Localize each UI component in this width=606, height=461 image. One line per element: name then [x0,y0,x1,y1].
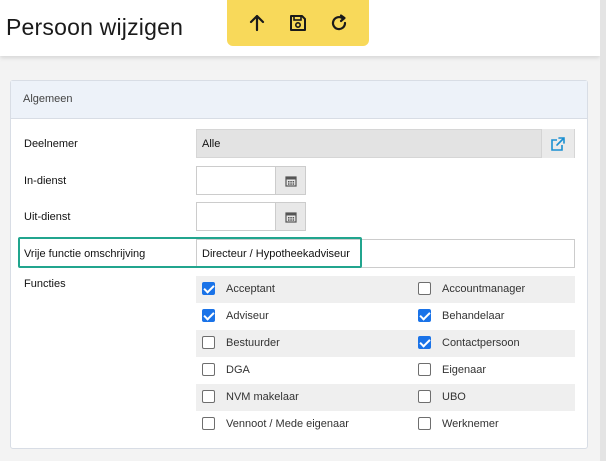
uit-dienst-calendar-button[interactable] [276,202,306,231]
calendar-icon [284,175,297,187]
functies-row: Adviseur Behandelaar [196,303,575,330]
checkbox-contactpersoon[interactable] [418,336,431,349]
checkbox-label: Acceptant [226,283,275,295]
checkbox-label: Eigenaar [442,364,487,376]
vrije-functie-input[interactable] [196,239,575,268]
deelnemer-value: Alle [202,138,221,150]
open-external-button[interactable] [541,129,574,158]
deelnemer-label: Deelnemer [24,138,78,150]
refresh-button[interactable] [324,8,354,38]
checkbox-werknemer[interactable] [418,417,431,430]
panel-header: Algemeen [11,81,587,119]
functies-row: Acceptant Accountmanager [196,276,575,303]
checkbox-accountmanager[interactable] [418,282,431,295]
checkbox-nvm-makelaar[interactable] [202,390,215,403]
functies-row: NVM makelaar UBO [196,384,575,411]
checkbox-ubo[interactable] [418,390,431,403]
uit-dienst-label: Uit-dienst [24,211,71,223]
in-dienst-label: In-dienst [24,175,67,187]
checkbox-label: Contactpersoon [442,337,520,349]
save-button[interactable] [283,8,313,38]
checkbox-adviseur[interactable] [202,309,215,322]
arrow-up-icon [250,14,265,32]
checkbox-label: UBO [442,391,466,403]
functies-row: Vennoot / Mede eigenaar Werknemer [196,411,575,438]
page-header: Persoon wijzigen [0,0,600,56]
external-link-icon [551,136,565,151]
checkbox-label: Accountmanager [442,283,526,295]
checkbox-label: Bestuurder [226,337,280,349]
deelnemer-field[interactable]: Alle [196,129,575,158]
functies-label: Functies [24,278,66,290]
uit-dienst-input[interactable] [196,202,276,231]
in-dienst-input[interactable] [196,166,276,195]
checkbox-label: Werknemer [442,418,499,430]
checkbox-bestuurder[interactable] [202,336,215,349]
refresh-icon [331,14,346,31]
checkbox-label: Adviseur [226,310,269,322]
checkbox-label: Vennoot / Mede eigenaar [226,418,349,430]
checkbox-dga[interactable] [202,363,215,376]
window-edge [600,0,606,461]
up-button[interactable] [242,8,272,38]
checkbox-behandelaar[interactable] [418,309,431,322]
vrije-functie-label: Vrije functie omschrijving [24,248,146,260]
checkbox-label: Behandelaar [442,310,505,322]
checkbox-acceptant[interactable] [202,282,215,295]
in-dienst-calendar-button[interactable] [276,166,306,195]
calendar-icon [284,211,297,223]
checkbox-label: DGA [226,364,250,376]
checkbox-vennoot[interactable] [202,417,215,430]
panel-title: Algemeen [23,93,73,105]
checkbox-label: NVM makelaar [226,391,299,403]
checkbox-eigenaar[interactable] [418,363,431,376]
save-icon [289,15,306,31]
toolbar [227,0,369,46]
page-title: Persoon wijzigen [6,14,184,40]
general-panel: Algemeen Deelnemer Alle In-dienst Uit-di… [10,80,588,449]
functies-row: DGA Eigenaar [196,357,575,384]
functies-row: Bestuurder Contactpersoon [196,330,575,357]
